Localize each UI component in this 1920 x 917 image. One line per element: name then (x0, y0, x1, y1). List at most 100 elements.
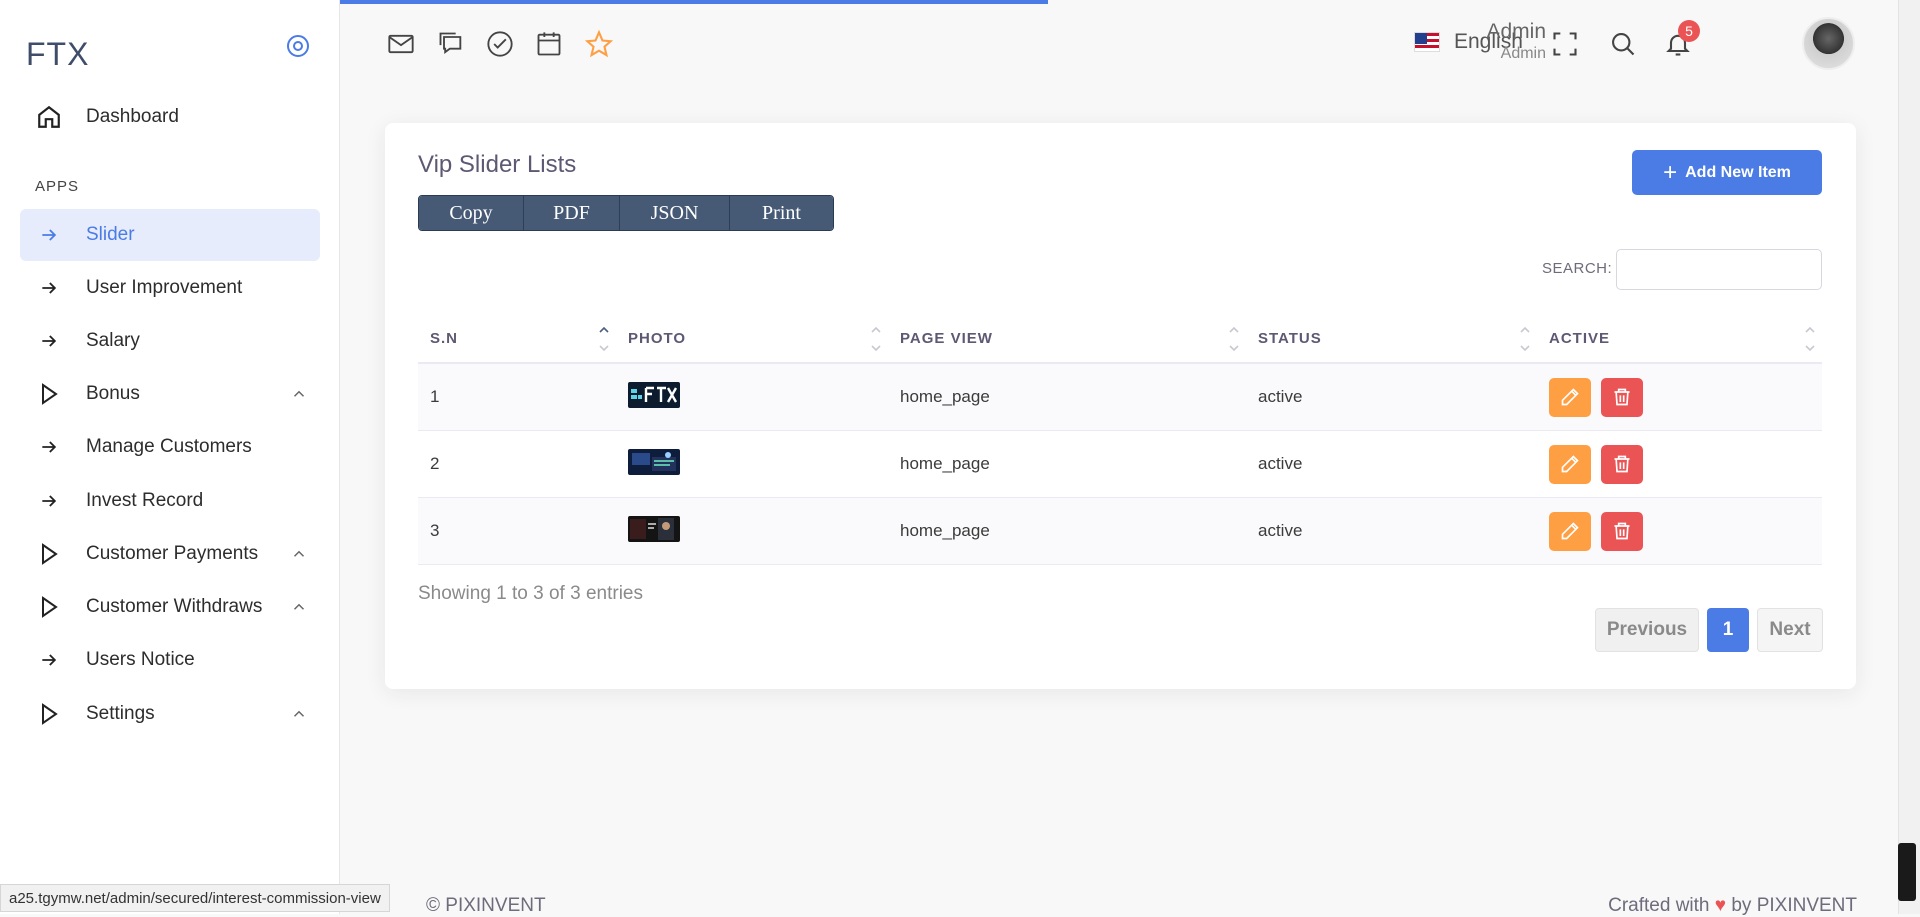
slider-thumbnail[interactable] (628, 448, 680, 475)
column-label: S.N (430, 329, 459, 347)
sidebar-item-invest-record[interactable]: Invest Record (20, 475, 320, 527)
cell-status: active (1258, 454, 1303, 473)
edit-button[interactable] (1549, 444, 1591, 484)
column-header-photo[interactable]: PHOTO (616, 314, 888, 362)
sidebar-item-dashboard[interactable]: Dashboard (20, 91, 320, 143)
trash-icon (1614, 455, 1630, 473)
slider-table: S.N PHOTO PAGE VIEW STATUS ACTIVE 1 home… (418, 314, 1822, 565)
sidebar-item-label: User Improvement (86, 277, 243, 298)
add-new-item-button[interactable]: + Add New Item (1632, 150, 1822, 195)
sidebar-item-label: Slider (86, 224, 135, 245)
cell-photo (616, 448, 888, 480)
page-title: Vip Slider Lists (418, 151, 577, 178)
print-button[interactable]: Print (730, 196, 833, 230)
play-icon (34, 379, 64, 409)
avatar[interactable] (1802, 17, 1855, 70)
scrollbar-thumb[interactable] (1898, 843, 1916, 901)
previous-page-button[interactable]: Previous (1595, 608, 1699, 652)
pencil-icon (1561, 455, 1579, 473)
delete-button[interactable] (1600, 444, 1643, 484)
sidebar-item-label: Customer Payments (86, 543, 259, 564)
sort-icon (1520, 326, 1530, 352)
sidebar-item-customer-withdraws[interactable]: Customer Withdraws (20, 581, 320, 633)
column-header-sn[interactable]: S.N (418, 314, 616, 362)
cell-actions (1537, 444, 1822, 484)
search-label: SEARCH: (1542, 260, 1613, 277)
table-info: Showing 1 to 3 of 3 entries (418, 583, 643, 604)
fullscreen-icon[interactable] (1551, 30, 1579, 58)
cell-page-view: home_page (900, 454, 990, 473)
page-1-button[interactable]: 1 (1707, 608, 1749, 652)
cell-sn: 1 (430, 387, 440, 406)
sidebar-item-manage-customers[interactable]: Manage Customers (20, 421, 320, 473)
delete-button[interactable] (1600, 377, 1643, 417)
sidebar-item-salary[interactable]: Salary (20, 315, 320, 367)
slider-thumbnail[interactable] (628, 515, 680, 542)
play-icon (34, 699, 64, 729)
browser-status-url: a25.tgymw.net/admin/secured/interest-com… (0, 884, 390, 912)
us-flag-icon (1414, 32, 1440, 52)
trash-icon (1614, 388, 1630, 406)
user-role: Admin (1500, 45, 1546, 62)
notification-badge: 5 (1678, 20, 1700, 42)
sidebar-item-bonus[interactable]: Bonus (20, 368, 320, 420)
arrow-right-icon (34, 432, 64, 462)
cell-photo (616, 515, 888, 547)
sidebar-item-label: Settings (86, 703, 155, 724)
sidebar-item-slider[interactable]: Slider (20, 209, 320, 261)
add-new-item-label: Add New Item (1685, 163, 1791, 181)
heart-icon: ♥ (1714, 895, 1727, 916)
sidebar-item-user-improvement[interactable]: User Improvement (20, 262, 320, 314)
pdf-button[interactable]: PDF (524, 196, 620, 230)
column-label: PHOTO (628, 329, 687, 347)
sidebar-item-label: Invest Record (86, 490, 204, 511)
star-icon[interactable] (585, 30, 613, 58)
column-header-active[interactable]: ACTIVE (1537, 314, 1822, 362)
arrow-right-icon (34, 486, 64, 516)
play-icon (34, 539, 64, 569)
pencil-icon (1561, 388, 1579, 406)
sidebar-item-settings[interactable]: Settings (20, 688, 320, 740)
mail-icon[interactable] (387, 30, 415, 58)
footer-credit-suffix[interactable]: by PIXINVENT (1731, 895, 1857, 916)
arrow-right-icon (34, 273, 64, 303)
slider-list-card: Vip Slider Lists Copy PDF JSON Print + A… (385, 123, 1856, 689)
cell-actions (1537, 511, 1822, 551)
column-header-page-view[interactable]: PAGE VIEW (888, 314, 1246, 362)
sidebar-item-users-notice[interactable]: Users Notice (20, 634, 320, 686)
slider-thumbnail[interactable] (628, 381, 680, 408)
sidebar: FTX Dashboard APPS Slider User Improveme… (0, 0, 340, 914)
export-button-group: Copy PDF JSON Print (418, 195, 834, 231)
json-button[interactable]: JSON (620, 196, 730, 230)
search-input[interactable] (1616, 249, 1822, 290)
sidebar-item-customer-payments[interactable]: Customer Payments (20, 528, 320, 580)
page-scrollbar[interactable] (1898, 0, 1920, 914)
sort-icon (1805, 326, 1815, 352)
copy-button[interactable]: Copy (419, 196, 524, 230)
table-row: 1 home_page active (418, 364, 1822, 431)
sort-icon (599, 326, 609, 352)
edit-button[interactable] (1549, 377, 1591, 417)
sort-icon (871, 326, 881, 352)
check-circle-icon[interactable] (486, 30, 514, 58)
trash-icon (1614, 522, 1630, 540)
edit-button[interactable] (1549, 511, 1591, 551)
search-icon[interactable] (1609, 30, 1637, 58)
user-name[interactable]: Admin (1486, 20, 1546, 44)
calendar-icon[interactable] (535, 30, 563, 58)
column-label: STATUS (1258, 329, 1322, 347)
sidebar-section-label: APPS (35, 178, 80, 195)
cell-sn: 3 (430, 521, 440, 540)
brand-logo[interactable]: FTX (26, 36, 89, 73)
pagination: Previous 1 Next (1595, 608, 1823, 652)
sidebar-toggle-icon[interactable] (286, 34, 310, 58)
chat-icon[interactable] (437, 30, 465, 58)
column-header-status[interactable]: STATUS (1246, 314, 1537, 362)
plus-icon: + (1663, 158, 1678, 186)
table-header: S.N PHOTO PAGE VIEW STATUS ACTIVE (418, 314, 1822, 364)
next-page-button[interactable]: Next (1757, 608, 1823, 652)
delete-button[interactable] (1600, 511, 1643, 551)
sidebar-item-label: Customer Withdraws (86, 596, 263, 617)
play-icon (34, 592, 64, 622)
chevron-up-icon (293, 390, 305, 397)
